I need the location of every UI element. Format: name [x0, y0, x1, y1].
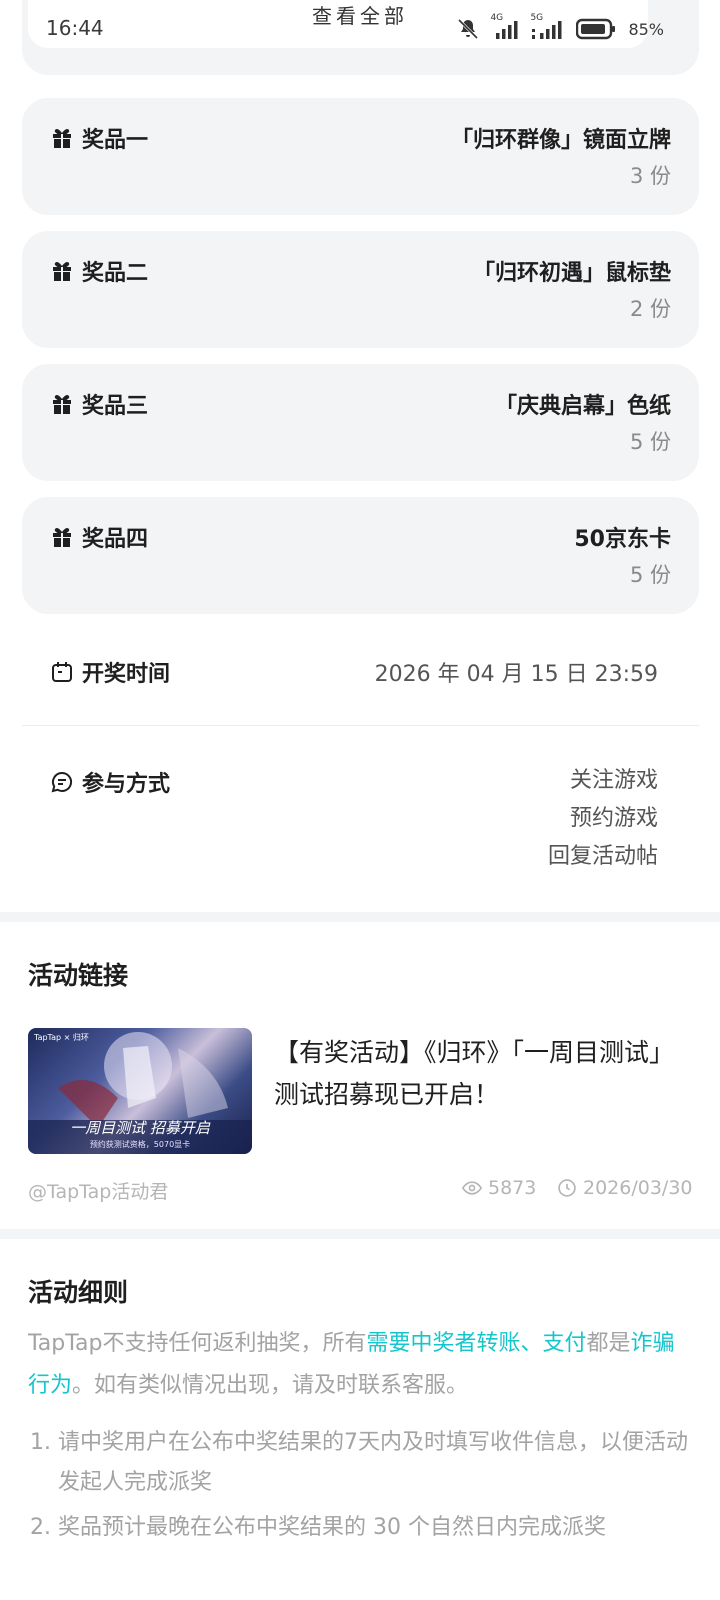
network-5g-label: 5G — [530, 13, 544, 23]
gift-icon — [53, 129, 71, 148]
thumbnail-banner-text: 一周目测试 招募开启 — [70, 1119, 210, 1137]
eye-icon — [462, 1181, 482, 1195]
prize-card-3: 奖品三 「庆典启幕」色纸 5 份 — [22, 364, 699, 481]
section-separator — [0, 912, 720, 922]
prize-label-text: 奖品三 — [82, 394, 149, 419]
participation-methods: 关注游戏 预约游戏 回复活动帖 — [548, 762, 658, 876]
warning-text-2: 都是 — [586, 1331, 631, 1356]
prize-count: 5 份 — [629, 430, 671, 454]
warning-highlight-1: 需要中奖者转账、支付 — [366, 1331, 587, 1356]
mute-bell-icon — [458, 18, 479, 40]
signal-4g-icon: 4G — [490, 13, 520, 41]
prize-label-text: 奖品四 — [82, 527, 149, 552]
method-follow-game: 关注游戏 — [569, 768, 658, 793]
draw-time-value: 2026 年 04 月 15 日 23:59 — [374, 662, 658, 687]
prize-card-2: 奖品二 「归环初遇」鼠标垫 2 份 — [22, 231, 699, 348]
gift-icon — [53, 262, 71, 281]
battery-icon — [576, 18, 616, 40]
activity-rules-title: 活动细则 — [28, 1278, 129, 1307]
gift-icon — [53, 528, 71, 547]
section-separator — [0, 1229, 720, 1239]
prize-card-1: 奖品一 「归环群像」镜面立牌 3 份 — [22, 98, 699, 215]
chat-bubble-icon — [51, 771, 73, 793]
view-count-text: 5873 — [488, 1177, 537, 1199]
activity-author[interactable]: @TapTap活动君 — [28, 1177, 168, 1204]
warning-text-1: TapTap不支持任何返利抽奖，所有 — [28, 1331, 367, 1356]
network-4g-label: 4G — [490, 13, 504, 23]
prize-name: 「归环初遇」鼠标垫 — [472, 261, 671, 286]
rule-item-2: 2. 奖品预计最晚在公布中奖结果的 30 个自然日内完成派奖 — [30, 1508, 690, 1548]
calendar-icon — [52, 662, 72, 682]
clock-icon — [558, 1179, 576, 1197]
post-date-text: 2026/03/30 — [583, 1177, 693, 1199]
rules-warning-paragraph: TapTap不支持任何返利抽奖，所有需要中奖者转账、支付都是诈骗行为。如有类似情… — [28, 1323, 692, 1407]
activity-post-title[interactable]: 【有奖活动】《归环》「一周目测试」测试招募现已开启！ — [274, 1032, 684, 1116]
prize-count: 3 份 — [629, 164, 671, 188]
view-count: 5873 — [462, 1177, 536, 1199]
method-reserve-game: 预约游戏 — [569, 806, 658, 831]
prize-label-text: 奖品二 — [82, 261, 149, 286]
method-reply-post: 回复活动帖 — [547, 844, 658, 869]
rule-number: 1. — [30, 1430, 51, 1455]
post-date: 2026/03/30 — [557, 1177, 693, 1199]
prize-count: 2 份 — [629, 297, 671, 321]
prize-count: 5 份 — [629, 563, 671, 587]
battery-percent: 85% — [628, 19, 664, 39]
prize-name: 「归环群像」镜面立牌 — [450, 128, 671, 153]
prize-name: 「庆典启幕」色纸 — [494, 394, 671, 419]
draw-time-label: 开奖时间 — [50, 656, 170, 688]
status-icons: 4G 5G 85% — [456, 13, 664, 42]
prize-name: 50京东卡 — [574, 527, 671, 552]
status-time: 16:44 — [46, 16, 104, 40]
warning-text-3: 。如有类似情况出现，请及时联系客服。 — [72, 1373, 469, 1398]
signal-5g-icon: 5G — [530, 13, 566, 41]
prize-card-4: 奖品四 50京东卡 5 份 — [22, 497, 699, 614]
thumbnail-subtext: 预约获测试资格，5070显卡 — [89, 1140, 191, 1149]
participation-label: 参与方式 — [50, 766, 170, 798]
prize-label: 奖品一 — [50, 122, 148, 154]
activity-link-title: 活动链接 — [28, 961, 129, 990]
prize-label: 奖品二 — [50, 255, 148, 287]
draw-time-label-text: 开奖时间 — [82, 662, 171, 687]
rule-number: 2. — [30, 1515, 51, 1540]
prize-label-text: 奖品一 — [82, 128, 149, 153]
activity-thumbnail[interactable]: TapTap × 归环 一周目测试 招募开启 预约获测试资格，5070显卡 — [28, 1028, 252, 1154]
rule-text: 奖品预计最晚在公布中奖结果的 30 个自然日内完成派奖 — [58, 1515, 606, 1540]
divider — [22, 725, 699, 726]
prize-label: 奖品四 — [50, 521, 148, 553]
rule-text: 请中奖用户在公布中奖结果的7天内及时填写收件信息，以便活动发起人完成派奖 — [58, 1430, 688, 1495]
gift-icon — [53, 395, 71, 414]
prize-label: 奖品三 — [50, 388, 148, 420]
participation-label-text: 参与方式 — [82, 772, 171, 797]
author-name[interactable]: @TapTap活动君 — [28, 1177, 168, 1204]
rule-item-1: 1. 请中奖用户在公布中奖结果的7天内及时填写收件信息，以便活动发起人完成派奖 — [30, 1423, 690, 1503]
